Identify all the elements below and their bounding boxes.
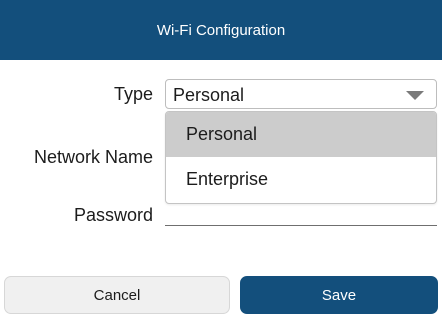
- cancel-button[interactable]: Cancel: [4, 276, 230, 314]
- save-button[interactable]: Save: [240, 276, 438, 314]
- chevron-down-icon[interactable]: [406, 91, 424, 100]
- dialog-header: Wi-Fi Configuration: [0, 0, 442, 60]
- type-select-value: Personal: [173, 85, 245, 105]
- dialog-title: Wi-Fi Configuration: [156, 21, 286, 39]
- password-field[interactable]: [165, 225, 437, 226]
- type-select[interactable]: Personal: [165, 79, 437, 109]
- option-personal[interactable]: Personal: [166, 112, 436, 157]
- password-label: Password: [73, 205, 153, 225]
- type-label: Type: [113, 84, 153, 104]
- network-name-label: Network Name: [33, 147, 153, 167]
- type-dropdown-menu: Personal Enterprise: [165, 111, 437, 204]
- wifi-config-dialog: Wi-Fi Configuration Type Personal Networ…: [0, 0, 442, 314]
- option-enterprise[interactable]: Enterprise: [166, 157, 436, 202]
